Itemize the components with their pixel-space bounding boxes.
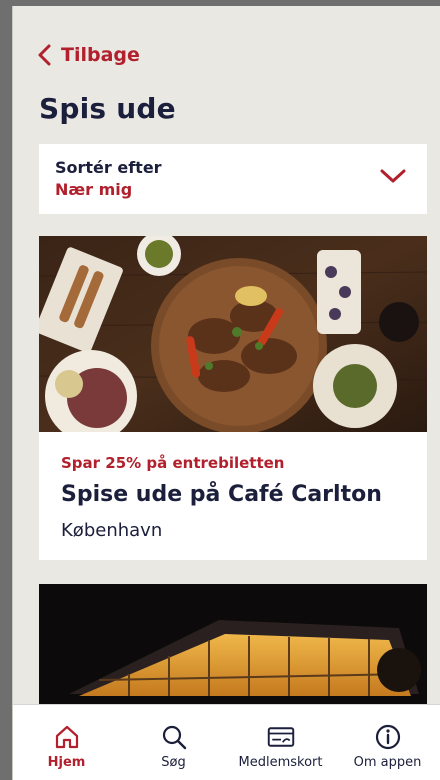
venue-photo [39, 584, 427, 714]
card-title: Spise ude på Café Carlton [61, 482, 382, 507]
back-button[interactable]: Tilbage [37, 44, 140, 66]
home-icon [55, 725, 78, 749]
chevron-left-icon [38, 44, 51, 66]
tab-home[interactable]: Hjem [13, 705, 120, 780]
tab-label: Om appen [353, 755, 422, 770]
sort-label: Sortér efter [55, 158, 162, 177]
sort-value: Nær mig [55, 180, 133, 199]
app-screen: Tilbage Spis ude Sortér efter Nær mig Sp… [12, 6, 440, 780]
card-icon [267, 727, 294, 747]
tab-about-app[interactable]: Om appen [334, 705, 440, 780]
tab-membership-card[interactable]: Medlemskort [227, 705, 334, 780]
tab-label: Søg [161, 755, 186, 770]
bottom-tab-bar: Hjem Søg Medlemskort Om appen [13, 704, 440, 780]
tab-search[interactable]: Søg [120, 705, 227, 780]
card-image [39, 236, 427, 432]
search-icon [162, 725, 186, 750]
info-icon [375, 724, 400, 750]
tab-label: Hjem [47, 755, 86, 770]
card-location: København [61, 520, 163, 541]
food-photo [39, 236, 427, 432]
page-title: Spis ude [39, 92, 176, 125]
event-card[interactable]: Spar 25% på entrebiletten Spise ude på C… [39, 236, 427, 560]
card-promo: Spar 25% på entrebiletten [61, 454, 285, 472]
chevron-down-icon [380, 169, 406, 183]
sort-dropdown[interactable]: Sortér efter Nær mig [39, 144, 427, 214]
event-card[interactable] [39, 584, 427, 714]
back-label: Tilbage [61, 44, 140, 66]
tab-label: Medlemskort [238, 755, 323, 770]
